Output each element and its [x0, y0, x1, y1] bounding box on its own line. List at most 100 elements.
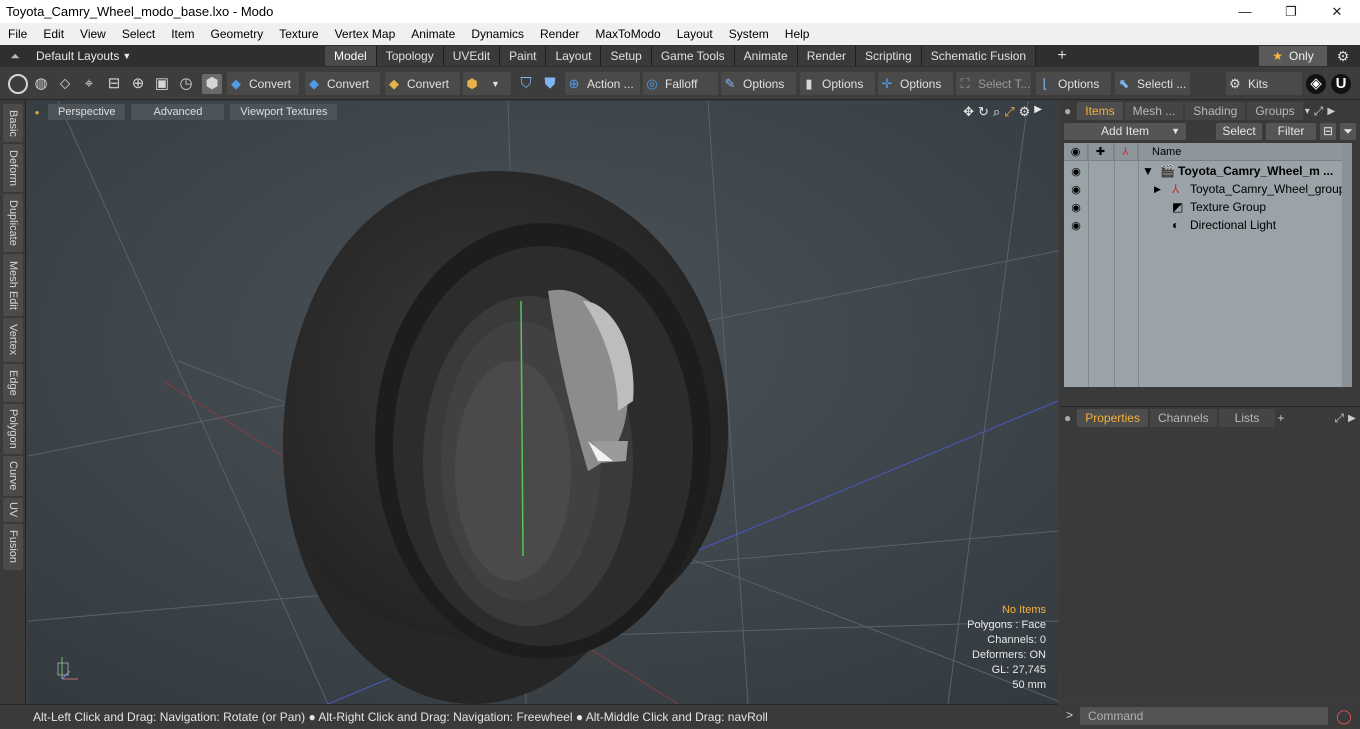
gear-icon[interactable]: ⚙ — [1333, 46, 1353, 66]
expand-triangle-icon[interactable]: ▶ — [1154, 184, 1161, 195]
tab-edge[interactable]: Edge — [3, 364, 23, 402]
vertices-mode-icon[interactable] — [8, 74, 28, 94]
options-button-2[interactable]: ▮ Options — [800, 72, 875, 95]
eye-icon[interactable]: ◉ — [1064, 165, 1088, 178]
tab-duplicate[interactable]: Duplicate — [3, 194, 23, 252]
add-tab-icon[interactable]: + — [1277, 411, 1284, 425]
shaded-mode-icon[interactable]: ⬢ — [202, 74, 222, 94]
menu-edit[interactable]: Edit — [35, 23, 72, 45]
3d-viewport[interactable]: ● Perspective Advanced Viewport Textures… — [28, 101, 1058, 704]
falloff-button[interactable]: ◎ Falloff — [643, 72, 718, 95]
menu-system[interactable]: System — [721, 23, 777, 45]
visibility-column-icon[interactable]: ◉ — [1064, 143, 1088, 160]
default-layouts-dropdown[interactable]: ⏶ Default Layouts ▼ — [6, 47, 131, 65]
tab-mesh[interactable]: Mesh ... — [1124, 102, 1184, 120]
perspective-button[interactable]: Perspective — [48, 104, 126, 120]
tab-curve[interactable]: Curve — [3, 456, 23, 496]
edges-mode-icon[interactable]: ⬦ — [55, 74, 75, 94]
shield-check-icon[interactable]: ⛊ — [540, 74, 560, 94]
tab-items[interactable]: Items — [1077, 102, 1123, 120]
tab-properties[interactable]: Properties — [1077, 409, 1148, 427]
minimize-button[interactable]: — — [1222, 0, 1268, 23]
symmetry-dropdown[interactable]: ⬢ ▼ — [463, 72, 511, 95]
convert-button-3[interactable]: ◆ Convert — [385, 72, 460, 95]
rotate-view-icon[interactable]: ↻ — [978, 104, 989, 120]
menu-render[interactable]: Render — [532, 23, 587, 45]
unity-icon[interactable]: ◈ — [1306, 74, 1326, 94]
tree-scrollbar[interactable] — [1342, 143, 1352, 387]
tree-row-group[interactable]: ◉ ▶ ⅄ Toyota_Camry_Wheel_group — [1064, 180, 1345, 198]
tab-game-tools[interactable]: Game Tools — [651, 46, 735, 66]
tab-schematic-fusion[interactable]: Schematic Fusion — [921, 46, 1037, 66]
tab-channels[interactable]: Channels — [1149, 409, 1217, 427]
menu-select[interactable]: Select — [114, 23, 163, 45]
pivot-mode-icon[interactable]: ⊕ — [128, 74, 148, 94]
tab-paint[interactable]: Paint — [500, 46, 547, 66]
menu-layout[interactable]: Layout — [669, 23, 721, 45]
add-tab-icon[interactable]: + — [1054, 46, 1070, 66]
panel-dot-icon[interactable]: ● — [1060, 102, 1075, 120]
panel-dot-icon[interactable]: ● — [1060, 409, 1075, 427]
tab-fusion[interactable]: Fusion — [3, 524, 23, 570]
kits-button[interactable]: ⚙ Kits — [1226, 72, 1302, 95]
panel-expand-icon[interactable]: ⤢ — [1314, 104, 1324, 119]
tab-topology[interactable]: Topology — [376, 46, 444, 66]
unreal-icon[interactable]: U — [1331, 74, 1351, 94]
record-icon[interactable]: ◯ — [1334, 707, 1354, 725]
menu-vertex-map[interactable]: Vertex Map — [327, 23, 404, 45]
maximize-button[interactable]: ❐ — [1268, 0, 1314, 23]
command-input[interactable]: Command — [1080, 707, 1328, 725]
sphere-mode-icon[interactable]: ◍ — [31, 74, 51, 94]
viewport-dot-icon[interactable]: ● — [32, 108, 42, 117]
tab-basic[interactable]: Basic — [3, 104, 23, 142]
zoom-view-icon[interactable]: ⌕ — [993, 104, 1000, 120]
name-column-header[interactable]: Name — [1138, 143, 1342, 160]
options-button-3[interactable]: ✛ Options — [878, 72, 953, 95]
selection-sets-button[interactable]: ⬉ Selecti ... — [1115, 72, 1190, 95]
panel-menu-icon[interactable]: ▾ — [1305, 106, 1310, 117]
action-center-button[interactable]: ⊕ Action ... — [565, 72, 640, 95]
tab-uv[interactable]: UV — [3, 498, 23, 522]
convert-button-1[interactable]: ◆ Convert — [227, 72, 299, 95]
select-through-button[interactable]: ⛶ Select T... — [956, 72, 1031, 95]
close-button[interactable]: ✕ — [1314, 0, 1360, 23]
panel-arrow-icon[interactable]: ▶ — [1348, 413, 1356, 424]
tree-row-texture-group[interactable]: ◉ ◩ Texture Group — [1064, 198, 1342, 216]
eye-icon[interactable]: ◉ — [1064, 219, 1088, 232]
move-view-icon[interactable]: ✥ — [963, 104, 974, 120]
panel-arrow-icon[interactable]: ▶ — [1327, 106, 1335, 117]
viewport-textures-button[interactable]: Viewport Textures — [230, 104, 338, 120]
tab-deform[interactable]: Deform — [3, 144, 23, 192]
tab-scripting[interactable]: Scripting — [856, 46, 922, 66]
menu-texture[interactable]: Texture — [271, 23, 326, 45]
polygons-mode-icon[interactable]: ⌖ — [79, 74, 99, 94]
tab-model[interactable]: Model — [325, 46, 377, 66]
select-button[interactable]: Select — [1216, 123, 1262, 140]
expand-triangle-icon[interactable]: ▼ — [1142, 164, 1154, 178]
menu-animate[interactable]: Animate — [403, 23, 463, 45]
tab-lists[interactable]: Lists — [1218, 409, 1276, 427]
options-button-1[interactable]: ✎ Options — [721, 72, 796, 95]
menu-view[interactable]: View — [72, 23, 114, 45]
convert-button-2[interactable]: ◆ Convert — [305, 72, 380, 95]
tree-row-light[interactable]: ◉ ◐ Directional Light — [1064, 216, 1342, 234]
tab-animate[interactable]: Animate — [734, 46, 798, 66]
tree-row-scene[interactable]: ◉ ▼ 🎬 Toyota_Camry_Wheel_m ... — [1064, 162, 1342, 180]
viewport-settings-icon[interactable]: ⚙ — [1019, 104, 1031, 120]
filter-button[interactable]: Filter — [1266, 123, 1316, 140]
tab-groups[interactable]: Groups — [1247, 102, 1303, 120]
lock-column-icon[interactable]: ✚ — [1088, 143, 1114, 160]
tab-render[interactable]: Render — [797, 46, 857, 66]
tab-shading[interactable]: Shading — [1185, 102, 1246, 120]
viewport-menu-icon[interactable]: ▶ — [1034, 104, 1042, 120]
items-mode-icon[interactable]: ⊟ — [104, 74, 124, 94]
only-toggle[interactable]: ★ Only — [1259, 46, 1327, 66]
menu-dynamics[interactable]: Dynamics — [463, 23, 532, 45]
maximize-view-icon[interactable]: ⤢ — [1004, 104, 1014, 120]
funnel-icon[interactable]: ⏷ — [1340, 123, 1356, 140]
menu-geometry[interactable]: Geometry — [203, 23, 272, 45]
eye-icon[interactable]: ◉ — [1064, 201, 1088, 214]
tab-polygon[interactable]: Polygon — [3, 404, 23, 454]
advanced-button[interactable]: Advanced — [131, 104, 225, 120]
menu-file[interactable]: File — [0, 23, 35, 45]
